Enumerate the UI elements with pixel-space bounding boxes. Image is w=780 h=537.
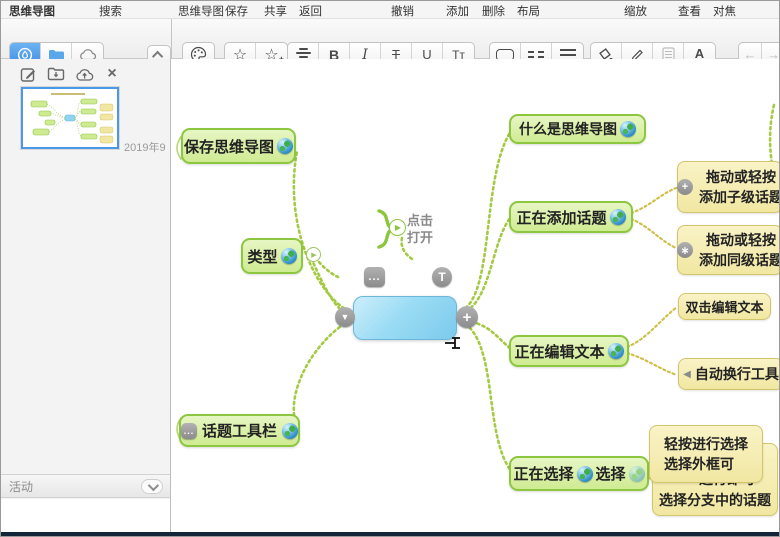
text-cursor-icon bbox=[444, 336, 462, 350]
node-editing-text[interactable]: 正在编辑文本 bbox=[509, 335, 629, 367]
node-add-sibling-topic[interactable]: ∗ 拖动或轻按 添加同级话题 bbox=[677, 225, 780, 275]
menu-zoom[interactable]: 缩放 bbox=[624, 3, 647, 19]
activity-header: 活动 bbox=[1, 474, 170, 498]
menu-undo[interactable]: 撤销 bbox=[391, 3, 414, 19]
new-document-button[interactable] bbox=[13, 62, 43, 86]
menu-view[interactable]: 查看 bbox=[678, 3, 701, 19]
menu-bar: 思维导图 搜索 思维导图 保存 共享 返回 撤销 添加 删除 布局 缩放 查看 … bbox=[1, 1, 780, 19]
triangle-left-icon: ◀ bbox=[683, 369, 691, 380]
sidebar: × bbox=[1, 59, 171, 537]
more-options-badge[interactable]: ... bbox=[364, 267, 385, 287]
thumbnail-date: 2019年9 bbox=[124, 139, 166, 155]
menu-save[interactable]: 保存 bbox=[225, 3, 248, 19]
node-selecting[interactable]: 正在选择 选择 bbox=[509, 456, 649, 491]
plus-circle-icon: + bbox=[677, 179, 693, 195]
node-add-subtopic[interactable]: + 拖动或轻按 添加子级话题 bbox=[677, 161, 780, 213]
node-autowrap-tool[interactable]: ◀ 自动换行工具 bbox=[678, 358, 780, 390]
mindmap-canvas[interactable]: ... T ▼ + ▶ 点击 打开 保存思维导图 类型 ▶ ... bbox=[171, 59, 780, 537]
ellipsis-icon: ... bbox=[368, 271, 380, 283]
node-label: 保存思维导图 bbox=[184, 136, 274, 157]
triangle-down-icon: ▼ bbox=[341, 312, 350, 322]
globe-icon bbox=[620, 121, 636, 137]
document-thumbnail[interactable] bbox=[21, 87, 119, 149]
globe-icon bbox=[608, 343, 624, 359]
cloud-upload-icon bbox=[75, 67, 94, 82]
app-window: 思维导图 搜索 思维导图 保存 共享 返回 撤销 添加 删除 布局 缩放 查看 … bbox=[0, 0, 780, 537]
collapse-branch-badge[interactable]: ▼ bbox=[335, 307, 355, 327]
menu-add[interactable]: 添加 bbox=[446, 3, 469, 19]
node-type[interactable]: 类型 bbox=[241, 238, 303, 274]
close-icon: × bbox=[107, 65, 116, 83]
node-label: 正在选择 bbox=[513, 463, 573, 484]
upload-button[interactable] bbox=[69, 62, 99, 86]
window-bottom-edge bbox=[1, 532, 780, 537]
globe-icon bbox=[282, 423, 298, 439]
add-topic-badge[interactable]: + bbox=[456, 306, 478, 328]
node-label: 类型 bbox=[247, 246, 277, 267]
toolbar-left bbox=[1, 19, 171, 59]
menu-focus[interactable]: 对焦 bbox=[713, 3, 736, 19]
node-label: 自动换行工具 bbox=[695, 364, 779, 384]
menu-back[interactable]: 返回 bbox=[299, 3, 322, 19]
node-label: 什么是思维导图 bbox=[519, 119, 617, 139]
activity-label: 活动 bbox=[9, 478, 33, 495]
globe-icon bbox=[610, 209, 626, 225]
globe-icon bbox=[281, 248, 297, 264]
node-what-is-mindmap[interactable]: 什么是思维导图 bbox=[509, 114, 646, 144]
globe-icon bbox=[629, 466, 645, 482]
annotation-play-button[interactable]: ▶ bbox=[389, 219, 406, 236]
play-icon: ▶ bbox=[311, 251, 316, 259]
menu-app[interactable]: 思维导图 bbox=[9, 3, 55, 19]
asterisk-circle-icon: ∗ bbox=[677, 242, 693, 258]
center-topic-node[interactable] bbox=[353, 296, 457, 340]
node-label: 选择 bbox=[596, 463, 626, 484]
node-save-mindmap[interactable]: 保存思维导图 bbox=[181, 128, 296, 164]
node-select-hint-1[interactable]: 轻按进行选择 选择外框可 bbox=[649, 425, 763, 483]
thumbnail-minimap bbox=[23, 89, 117, 147]
menu-delete[interactable]: 删除 bbox=[482, 3, 505, 19]
menu-document[interactable]: 思维导图 bbox=[178, 3, 224, 19]
node-adding-topics[interactable]: 正在添加话题 bbox=[509, 201, 633, 233]
activity-toggle-button[interactable] bbox=[141, 479, 163, 494]
node-label: 双击编辑文本 bbox=[685, 297, 763, 316]
annotation-text: 点击 打开 bbox=[407, 212, 433, 246]
import-button[interactable] bbox=[41, 62, 71, 86]
node-label: 正在编辑文本 bbox=[514, 341, 604, 362]
globe-icon bbox=[577, 466, 593, 482]
toolbar-main: ☆ ☆ + B I T U Tᴛ bbox=[171, 19, 780, 59]
node-label: 话题工具栏 bbox=[202, 420, 277, 441]
ellipsis-icon: ... bbox=[181, 423, 197, 439]
node-label: 正在添加话题 bbox=[516, 207, 606, 228]
plus-icon: + bbox=[463, 309, 472, 326]
type-play-button[interactable]: ▶ bbox=[306, 247, 321, 262]
text-badge-icon: T bbox=[438, 270, 445, 284]
activity-panel bbox=[1, 499, 170, 532]
chevron-down-icon bbox=[148, 479, 159, 490]
text-style-badge[interactable]: T bbox=[432, 267, 452, 287]
delete-document-button[interactable]: × bbox=[97, 62, 127, 86]
node-topic-toolbar[interactable]: ... 话题工具栏 bbox=[179, 414, 300, 447]
menu-search[interactable]: 搜索 bbox=[99, 3, 122, 19]
menu-share[interactable]: 共享 bbox=[264, 3, 287, 19]
node-label: 拖动或轻按 添加子级话题 bbox=[699, 167, 780, 208]
menu-layout[interactable]: 布局 bbox=[517, 3, 540, 19]
globe-icon bbox=[277, 138, 293, 154]
node-doubleclick-edit[interactable]: 双击编辑文本 bbox=[678, 293, 771, 320]
play-icon: ▶ bbox=[395, 223, 401, 232]
compose-icon bbox=[20, 66, 37, 83]
folder-import-icon bbox=[47, 66, 65, 82]
node-label: 拖动或轻按 添加同级话题 bbox=[699, 230, 780, 271]
node-label: 轻按进行选择 选择外框可 bbox=[664, 434, 748, 475]
